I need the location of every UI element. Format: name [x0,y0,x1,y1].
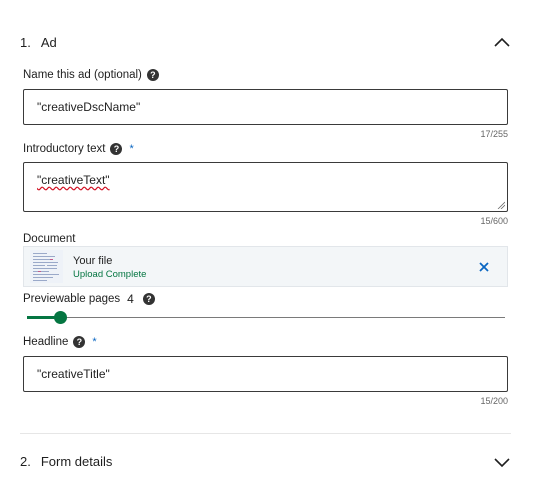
required-marker: * [92,336,97,348]
resize-handle-icon[interactable] [497,201,505,209]
previewable-pages-value: 4 [127,292,134,306]
headline-input[interactable]: "creativeTitle" [23,356,508,392]
help-icon[interactable]: ? [146,69,159,81]
section-ad-header[interactable]: 1. Ad [0,31,534,55]
document-label: Document [23,233,76,245]
document-file-name: Your file [73,255,113,267]
intro-text-value: "creativeText" [37,173,110,187]
headline-counter: 15/200 [480,396,508,406]
section-form-details-title: 2. Form details [20,454,112,469]
ad-name-label: Name this ad (optional) ? [23,69,159,81]
section-number: 2. [20,454,31,469]
section-form-details-header[interactable]: 2. Form details [0,450,534,474]
intro-text-label: Introductory text ? * [23,143,134,155]
previewable-pages-label: Previewable pages 4 ? [23,292,155,306]
help-icon[interactable]: ? [142,293,155,305]
intro-text-counter: 15/600 [480,216,508,226]
close-icon[interactable] [477,260,491,274]
ad-name-value: "creativeDscName" [37,100,141,114]
headline-label: Headline ? * [23,336,97,348]
section-label: Form details [40,454,113,469]
previewable-pages-slider-thumb[interactable] [53,311,67,324]
intro-text-textarea[interactable]: "creativeText" [23,162,508,212]
required-marker: * [129,143,134,155]
section-number: 1. [20,35,31,50]
section-label: Ad [40,35,57,50]
ad-name-counter: 17/255 [480,129,508,139]
section-ad-title: 1. Ad [20,35,57,50]
ad-name-input[interactable]: "creativeDscName" [23,89,508,125]
chevron-down-icon[interactable] [492,452,512,472]
help-icon[interactable]: ? [73,336,86,348]
document-thumbnail-icon [30,250,63,283]
headline-value: "creativeTitle" [37,367,110,381]
document-card: Your file Upload Complete [23,246,508,287]
document-upload-status: Upload Complete [73,269,147,280]
help-icon[interactable]: ? [110,143,123,155]
previewable-pages-slider-track[interactable] [27,317,505,318]
chevron-up-icon[interactable] [492,33,512,53]
section-divider [20,433,511,434]
document-thumbnail [30,250,63,283]
